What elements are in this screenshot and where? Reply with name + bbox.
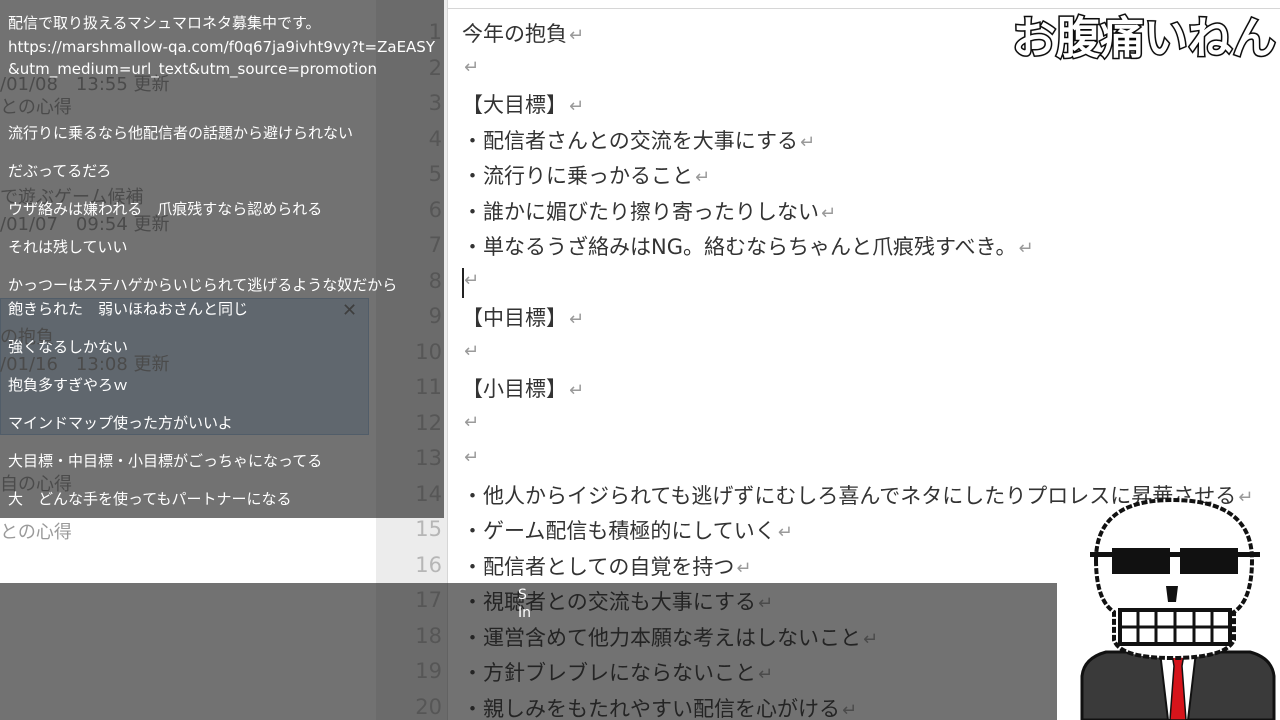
return-mark-icon: ↵: [464, 412, 480, 433]
chat-comment: 配信で取り扱えるマシュマロネタ募集中です。: [8, 14, 321, 32]
avatar-sunglasses-right: [1180, 548, 1238, 574]
return-mark-icon: ↵: [464, 447, 480, 468]
comment-link-text: https://marshmallow-qa.com/f0q67ja9ivht9…: [8, 38, 435, 78]
stream-title: お腹痛いねん: [1011, 12, 1278, 66]
chat-comment: 飽きられた 弱いほねおさんと同じ: [8, 300, 249, 318]
chat-comment: それは残していい: [8, 238, 128, 256]
editor-line[interactable]: ・単なるうざ絡みはNG。絡むならちゃんと爪痕残すべき。 ↵: [462, 231, 1034, 261]
editor-line-text: ・誰かに媚びたり擦り寄ったりしない: [462, 200, 819, 224]
editor-line[interactable]: ↵: [462, 54, 479, 78]
editor-line[interactable]: ↵: [462, 267, 479, 291]
chat-comment: かっつーはステハゲからいじられて逃げるような奴だから: [8, 276, 398, 294]
editor-line[interactable]: ↵: [462, 338, 479, 362]
editor-line-text: 【小目標】: [462, 377, 567, 401]
return-mark-icon: ↵: [736, 558, 752, 579]
overlay-fragment-line: In: [518, 605, 532, 621]
editor-line[interactable]: ・ゲーム配信も積極的にしていく ↵: [462, 515, 793, 545]
chat-comment: 大目標・中目標・小目標がごっちゃになってる: [8, 452, 323, 470]
return-mark-icon: ↵: [821, 203, 837, 224]
editor-line-text: ・単なるうざ絡みはNG。絡むならちゃんと爪痕残すべき。: [462, 235, 1017, 259]
avatar-sunglasses-left: [1112, 548, 1170, 574]
chat-comment: マインドマップ使った方がいいよ: [8, 414, 233, 432]
overlay-fragment-text: S In: [518, 586, 531, 622]
chat-comment: 流行りに乗るなら他配信者の話題から避けられない: [8, 124, 354, 142]
editor-line-text: ・流行りに乗っかること: [462, 164, 693, 188]
editor-line-text: ・配信者さんとの交流を大事にする: [462, 129, 798, 153]
return-mark-icon: ↵: [464, 341, 480, 362]
line-number: 15: [415, 517, 442, 541]
editor-line[interactable]: 【小目標】 ↵: [462, 373, 584, 403]
editor-line-text: 今年の抱負: [462, 22, 567, 46]
editor-line[interactable]: ・配信者さんとの交流を大事にする ↵: [462, 125, 815, 155]
chat-comment: 抱負多すぎやろｗ: [8, 376, 129, 394]
return-mark-icon: ↵: [800, 132, 816, 153]
editor-line-text: 【中目標】: [462, 306, 567, 330]
line-number: 16: [415, 553, 442, 577]
editor-line[interactable]: ・流行りに乗っかること ↵: [462, 160, 710, 190]
chat-comment-overlay: 配信で取り扱えるマシュマロネタ募集中です。 https://marshmallow…: [0, 0, 444, 518]
editor-line[interactable]: ↵: [462, 444, 479, 468]
overlay-fragment-line: S: [518, 587, 527, 603]
chat-comment: 強くなるしかない: [8, 338, 129, 356]
avatar-nose: [1166, 586, 1178, 602]
return-mark-icon: ↵: [569, 309, 585, 330]
editor-line-text: ・配信者としての自覚を持つ: [462, 555, 735, 579]
editor-line[interactable]: ↵: [462, 409, 479, 433]
return-mark-icon: ↵: [1018, 238, 1034, 259]
return-mark-icon: ↵: [464, 57, 480, 78]
return-mark-icon: ↵: [569, 96, 585, 117]
return-mark-icon: ↵: [777, 522, 793, 543]
chat-comment: だぶってるだろ: [8, 162, 112, 180]
return-mark-icon: ↵: [569, 25, 585, 46]
editor-line[interactable]: ・配信者としての自覚を持つ ↵: [462, 551, 751, 581]
note-row-text[interactable]: との心得: [0, 518, 376, 544]
editor-line[interactable]: 【大目標】 ↵: [462, 89, 584, 119]
return-mark-icon: ↵: [569, 380, 585, 401]
return-mark-icon: ↵: [695, 167, 711, 188]
editor-line-text: ・ゲーム配信も積極的にしていく: [462, 519, 776, 543]
editor-line[interactable]: ・誰かに媚びたり擦り寄ったりしない ↵: [462, 196, 836, 226]
editor-line[interactable]: 【中目標】 ↵: [462, 302, 584, 332]
skull-avatar: [1080, 497, 1276, 720]
editor-line-text: 【大目標】: [462, 93, 567, 117]
editor-line[interactable]: 今年の抱負 ↵: [462, 18, 584, 48]
chat-comment: ウザ絡みは嫌われる 爪痕残すなら認められる: [8, 200, 323, 218]
chat-comment: 大 どんな手を使ってもパートナーになる: [8, 490, 292, 508]
return-mark-icon: ↵: [464, 270, 480, 291]
avatar-sunglasses-bar: [1090, 552, 1260, 557]
